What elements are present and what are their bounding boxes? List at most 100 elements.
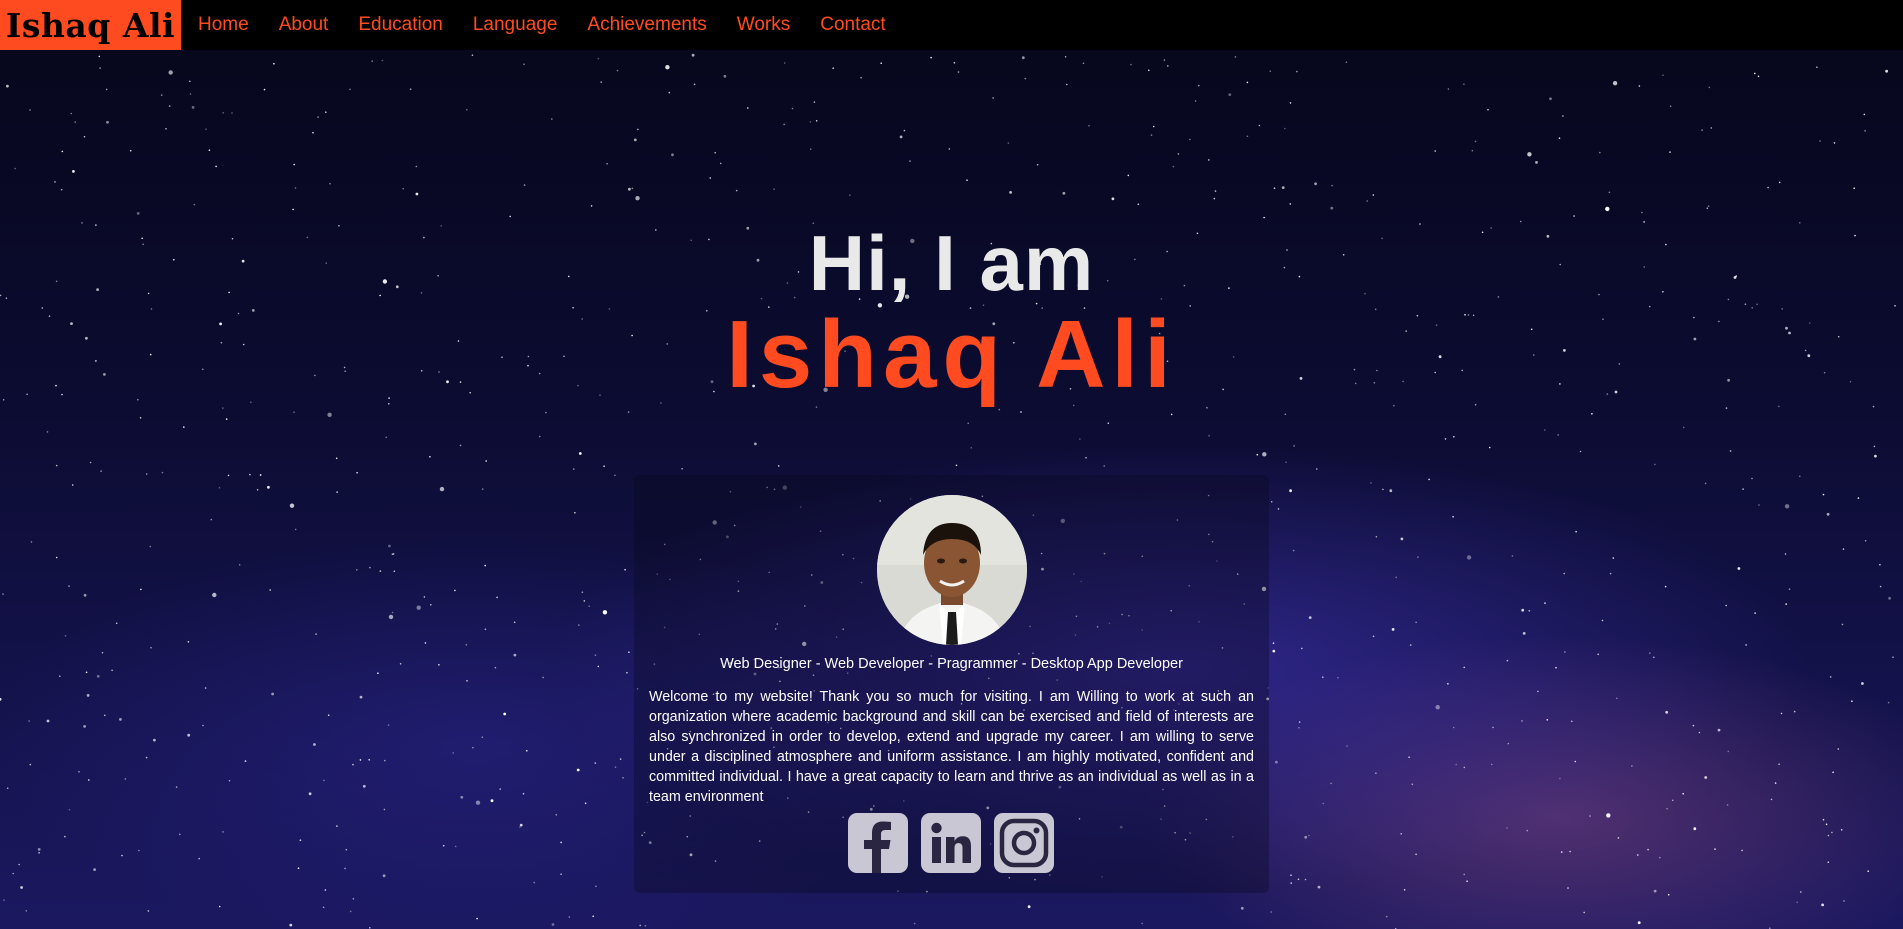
star xyxy=(1549,97,1552,101)
star xyxy=(1707,205,1710,207)
star xyxy=(1647,848,1649,851)
star xyxy=(312,131,314,134)
star xyxy=(78,771,80,773)
star xyxy=(88,779,90,781)
star xyxy=(335,457,338,460)
star xyxy=(578,452,582,455)
star xyxy=(1874,454,1877,458)
facebook-link[interactable] xyxy=(848,813,908,873)
star xyxy=(639,924,641,927)
star xyxy=(1314,182,1317,186)
star xyxy=(1289,102,1292,104)
star xyxy=(93,868,96,871)
star xyxy=(6,84,9,88)
star xyxy=(59,675,61,677)
star xyxy=(1452,726,1455,729)
star xyxy=(1273,187,1276,189)
star xyxy=(709,177,712,179)
star xyxy=(1667,893,1670,896)
star xyxy=(1269,70,1272,72)
star xyxy=(179,833,181,836)
star xyxy=(460,795,464,799)
nav-language[interactable]: Language xyxy=(473,14,558,36)
star xyxy=(1562,115,1564,117)
star xyxy=(1608,191,1611,194)
star xyxy=(392,553,395,555)
star xyxy=(329,182,331,185)
star xyxy=(1289,203,1292,205)
person-photo-icon xyxy=(877,495,1027,645)
hero-greeting: Hi, I am xyxy=(808,219,1095,307)
star xyxy=(1606,813,1611,818)
star xyxy=(1698,731,1701,734)
star xyxy=(1415,621,1417,624)
star xyxy=(1555,666,1557,669)
star xyxy=(1474,140,1477,143)
star xyxy=(1745,644,1747,646)
star xyxy=(633,138,637,142)
star xyxy=(1526,829,1529,832)
instagram-link[interactable] xyxy=(994,813,1054,873)
star xyxy=(1027,905,1031,909)
star xyxy=(64,835,66,838)
star xyxy=(1714,848,1716,850)
star xyxy=(1671,799,1674,802)
star xyxy=(322,906,325,909)
star xyxy=(1417,556,1419,558)
star xyxy=(1557,434,1559,436)
star xyxy=(1256,453,1259,456)
star xyxy=(259,474,262,476)
star xyxy=(1546,719,1549,721)
hero-name: Ishaq Ali xyxy=(726,301,1177,408)
star xyxy=(1567,887,1569,889)
star xyxy=(369,566,371,569)
star xyxy=(1867,870,1869,872)
star xyxy=(83,593,87,597)
star xyxy=(1569,850,1571,853)
star xyxy=(1601,619,1604,622)
star xyxy=(1816,66,1818,68)
star xyxy=(496,596,498,599)
star xyxy=(1330,206,1334,210)
star xyxy=(369,927,371,929)
star xyxy=(519,826,521,828)
star xyxy=(393,570,396,573)
star xyxy=(1742,488,1744,490)
star xyxy=(1228,93,1232,96)
star xyxy=(533,881,535,884)
nav-home[interactable]: Home xyxy=(198,14,249,36)
nav-achievements[interactable]: Achievements xyxy=(587,14,706,36)
star xyxy=(1208,159,1210,161)
star xyxy=(1111,197,1115,201)
star xyxy=(1887,701,1890,704)
star xyxy=(1296,70,1298,73)
nav-contact[interactable]: Contact xyxy=(820,14,885,36)
star xyxy=(1415,853,1417,856)
star xyxy=(1463,766,1466,769)
star xyxy=(402,187,405,190)
star xyxy=(1308,834,1310,837)
star xyxy=(930,56,932,59)
star xyxy=(1654,463,1656,466)
star xyxy=(1692,724,1695,727)
star xyxy=(55,556,58,559)
star xyxy=(1682,426,1685,429)
star xyxy=(383,808,386,811)
star xyxy=(1841,623,1844,626)
star xyxy=(1337,676,1339,679)
star xyxy=(754,442,757,446)
star xyxy=(1778,181,1781,184)
star xyxy=(1487,108,1489,111)
star xyxy=(256,489,259,491)
nav-education[interactable]: Education xyxy=(358,14,443,36)
star xyxy=(626,671,628,674)
nav-about[interactable]: About xyxy=(279,14,329,36)
nav-works[interactable]: Works xyxy=(737,14,790,36)
star xyxy=(1284,413,1287,416)
star xyxy=(1649,652,1651,654)
linkedin-link[interactable] xyxy=(921,813,981,873)
star xyxy=(368,759,371,761)
star xyxy=(160,94,163,96)
brand-logo[interactable]: Ishaq Ali xyxy=(0,0,181,50)
star xyxy=(1832,771,1834,774)
